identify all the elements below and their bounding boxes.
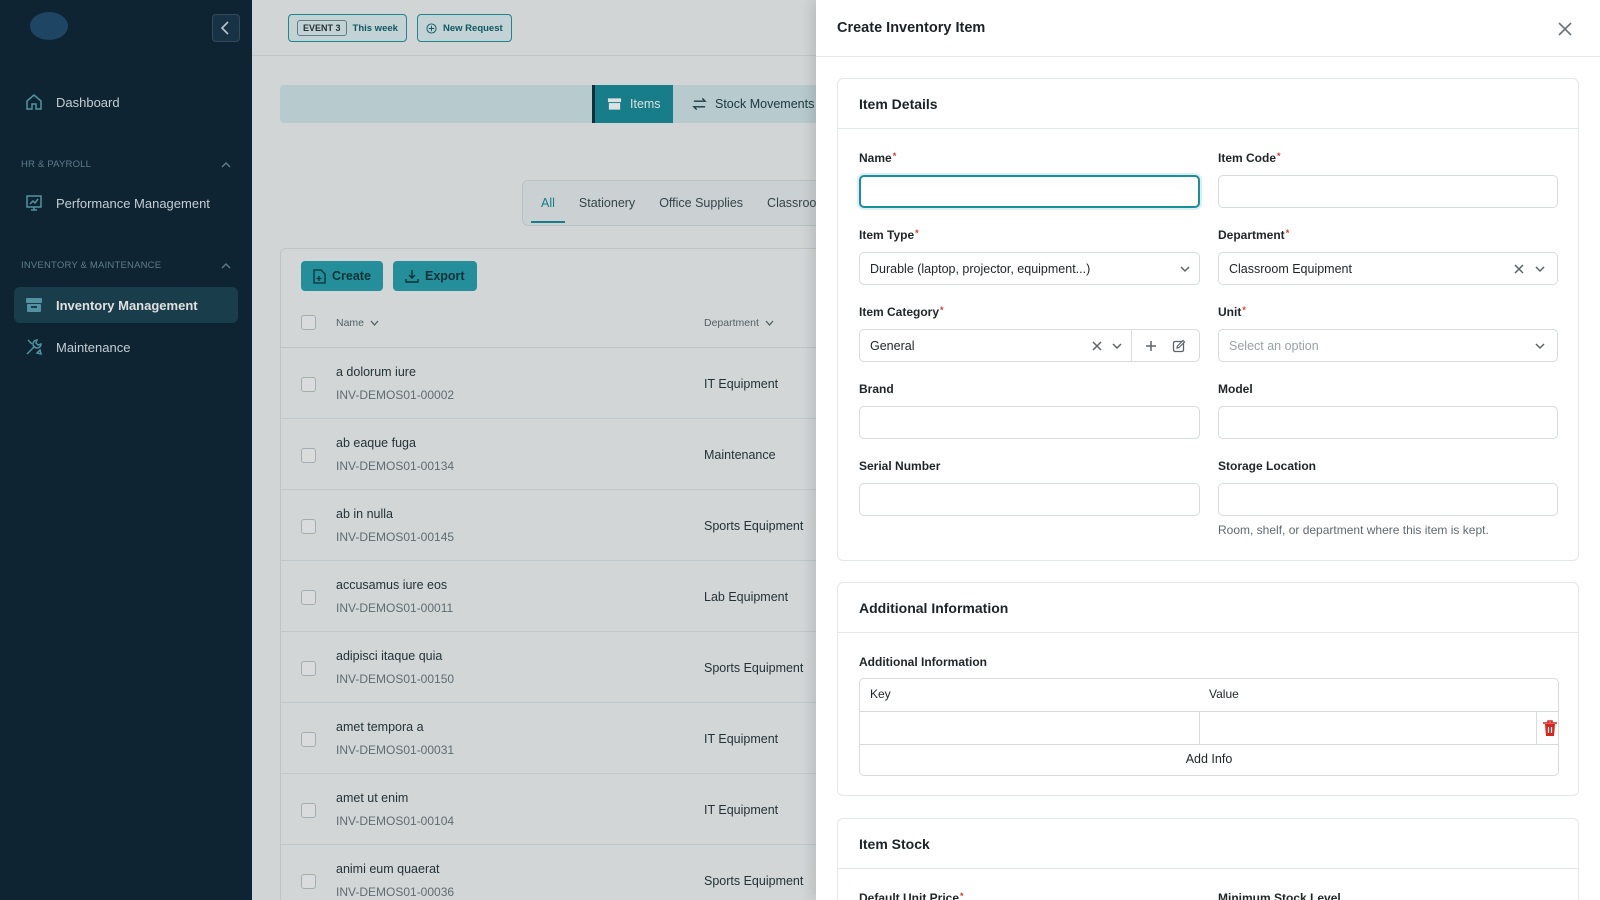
section-title: Item Stock [838, 819, 1578, 869]
department-value: Classroom Equipment [1229, 261, 1352, 276]
unit-label: Unit* [1218, 305, 1246, 319]
additional-info-label: Additional Information [859, 655, 987, 669]
modal-backdrop[interactable] [0, 0, 816, 900]
add-info-button[interactable]: Add Info [860, 752, 1558, 766]
create-item-drawer: Create Inventory Item Item Details Name*… [816, 0, 1600, 900]
brand-input[interactable] [859, 406, 1200, 439]
item-details-section: Item Details Name* Item Code* Item Type*… [837, 78, 1579, 561]
value-input[interactable] [1200, 712, 1535, 743]
clear-icon[interactable] [1512, 262, 1526, 276]
item-stock-section: Item Stock Default Unit Price* Minimum S… [837, 818, 1579, 900]
name-input[interactable] [859, 175, 1200, 208]
value-header: Value [1209, 687, 1239, 701]
clear-icon[interactable] [1090, 339, 1104, 353]
serial-number-input[interactable] [859, 483, 1200, 516]
department-select[interactable]: Classroom Equipment [1218, 252, 1558, 285]
chevron-down-icon [1535, 343, 1545, 350]
department-label: Department* [1218, 228, 1290, 242]
drawer-header: Create Inventory Item [816, 0, 1600, 57]
section-title: Additional Information [838, 583, 1578, 633]
storage-location-input[interactable] [1218, 483, 1558, 516]
additional-info-section: Additional Information Additional Inform… [837, 582, 1579, 796]
key-value-table: Key Value Add Info [859, 678, 1559, 776]
item-type-label: Item Type* [859, 228, 919, 242]
chevron-down-icon [1112, 343, 1122, 350]
item-category-value: General [870, 338, 915, 353]
minimum-stock-label: Minimum Stock Level [1218, 891, 1341, 900]
model-label: Model [1218, 382, 1253, 396]
chevron-down-icon [1535, 266, 1545, 273]
edit-icon[interactable] [1172, 339, 1186, 353]
item-type-select[interactable]: Durable (laptop, projector, equipment...… [859, 252, 1200, 285]
default-unit-price-label: Default Unit Price* [859, 891, 964, 900]
section-title: Item Details [838, 79, 1578, 129]
key-input[interactable] [861, 712, 1198, 743]
item-type-value: Durable (laptop, projector, equipment...… [870, 261, 1091, 276]
item-category-select[interactable]: General [859, 329, 1200, 362]
close-icon[interactable] [1555, 19, 1575, 39]
chevron-down-icon [1180, 266, 1190, 273]
unit-placeholder: Select an option [1229, 338, 1319, 353]
plus-icon[interactable] [1144, 339, 1158, 353]
key-header: Key [870, 687, 891, 701]
brand-label: Brand [859, 382, 894, 396]
storage-location-hint: Room, shelf, or department where this it… [1218, 523, 1489, 537]
unit-select[interactable]: Select an option [1218, 329, 1558, 362]
model-input[interactable] [1218, 406, 1558, 439]
item-code-input[interactable] [1218, 175, 1558, 208]
item-category-label: Item Category* [859, 305, 944, 319]
name-label: Name* [859, 151, 897, 165]
item-code-label: Item Code* [1218, 151, 1281, 165]
serial-number-label: Serial Number [859, 459, 941, 473]
trash-icon[interactable] [1542, 719, 1558, 737]
storage-location-label: Storage Location [1218, 459, 1317, 473]
drawer-title: Create Inventory Item [837, 20, 986, 36]
